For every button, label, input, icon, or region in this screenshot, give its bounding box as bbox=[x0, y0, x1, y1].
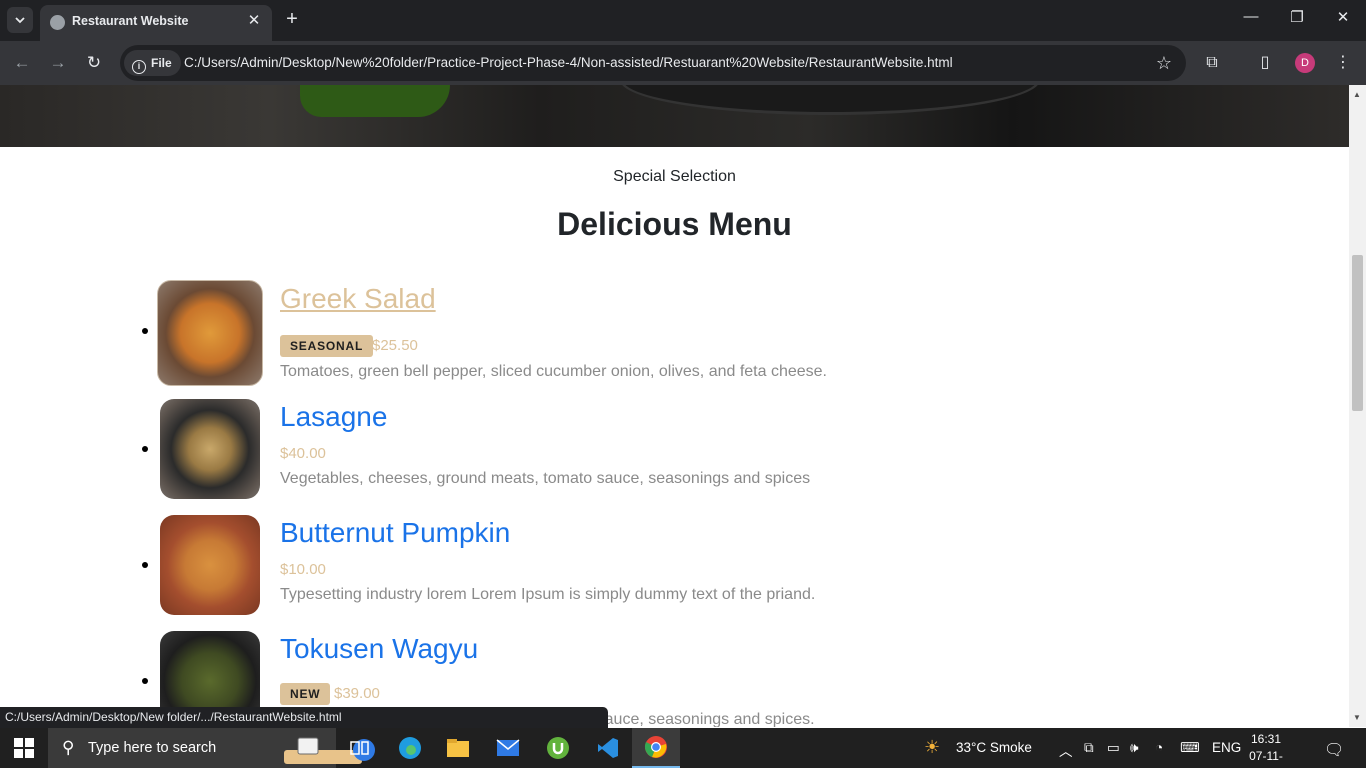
menu-item: Greek Salad SEASONAL $25.50 Tomatoes, gr… bbox=[140, 280, 1040, 391]
menu-item: Lasagne $40.00 Vegetables, cheeses, grou… bbox=[140, 399, 1040, 509]
taskbar-search-box[interactable]: ⚲ Type here to search bbox=[48, 728, 375, 768]
section-subtitle: Special Selection bbox=[613, 168, 736, 185]
battery-icon[interactable]: ▭ bbox=[1107, 740, 1120, 756]
menu-item: Butternut Pumpkin $10.00 Typesetting ind… bbox=[140, 515, 1040, 625]
mail-icon bbox=[496, 739, 520, 756]
new-tab-button[interactable]: + bbox=[282, 9, 302, 29]
weather-text[interactable]: 33°C Smoke bbox=[956, 740, 1032, 755]
wifi-icon[interactable]: ◔ bbox=[1155, 740, 1163, 755]
tab-title: Restaurant Website bbox=[72, 14, 189, 28]
dish-image[interactable] bbox=[160, 515, 260, 615]
info-icon: i bbox=[132, 60, 146, 74]
address-bar[interactable]: i File C:/Users/Admin/Desktop/New%20folde… bbox=[120, 45, 1186, 81]
dish-price: $25.50 bbox=[372, 337, 418, 354]
dish-image[interactable] bbox=[157, 280, 263, 386]
dish-description: Typesetting industry lorem Lorem Ipsum i… bbox=[280, 586, 816, 603]
scrollbar-thumb[interactable] bbox=[1352, 255, 1363, 411]
dish-name-link[interactable]: Butternut Pumpkin bbox=[280, 517, 510, 549]
task-view-button[interactable] bbox=[336, 728, 384, 768]
scroll-up-arrow-icon[interactable]: ▲ bbox=[1353, 90, 1361, 99]
dish-name-link[interactable]: Tokusen Wagyu bbox=[280, 633, 478, 665]
browser-tab[interactable]: Restaurant Website ✕ bbox=[40, 5, 272, 41]
network-icon[interactable]: ⧉ bbox=[1084, 740, 1094, 756]
bookmark-star-icon[interactable]: ☆ bbox=[1156, 53, 1172, 74]
close-tab-icon[interactable]: ✕ bbox=[244, 11, 264, 31]
edge-app[interactable] bbox=[386, 728, 434, 768]
dish-price: $10.00 bbox=[280, 561, 326, 578]
chrome-app[interactable] bbox=[632, 728, 680, 768]
link-status-bar: C:/Users/Admin/Desktop/New folder/.../Re… bbox=[0, 707, 608, 728]
task-view-icon bbox=[350, 741, 369, 755]
list-bullet bbox=[142, 678, 148, 684]
section-heading: Delicious Menu bbox=[557, 206, 792, 242]
hero-image bbox=[0, 85, 1349, 147]
chrome-icon bbox=[644, 736, 667, 758]
close-window-button[interactable]: ✕ bbox=[1328, 8, 1358, 26]
dish-name-link[interactable]: Lasagne bbox=[280, 401, 387, 433]
restore-button[interactable]: ❐ bbox=[1282, 8, 1312, 26]
back-button[interactable]: ← bbox=[11, 52, 33, 74]
extensions-icon[interactable]: ⧉ bbox=[1201, 52, 1223, 74]
file-explorer-app[interactable] bbox=[434, 728, 482, 768]
green-pepper-graphic bbox=[300, 85, 450, 117]
forward-button[interactable]: → bbox=[47, 52, 69, 74]
keyboard-icon[interactable]: ⌨ bbox=[1180, 740, 1200, 756]
dish-image[interactable] bbox=[160, 399, 260, 499]
bowl-graphic bbox=[620, 85, 1040, 115]
windows-taskbar: ⚲ Type here to search ☀ 33°C Smoke ︿ ⧉ ▭… bbox=[0, 728, 1366, 780]
url-text[interactable]: C:/Users/Admin/Desktop/New%20folder/Prac… bbox=[184, 55, 953, 70]
weather-icon: ☀ bbox=[924, 737, 941, 757]
dish-badge: NEW bbox=[280, 683, 331, 705]
chevron-down-icon bbox=[15, 17, 25, 24]
search-placeholder: Type here to search bbox=[88, 740, 217, 756]
search-icon: ⚲ bbox=[62, 738, 75, 757]
list-bullet bbox=[142, 562, 148, 568]
dish-badge: SEASONAL bbox=[280, 335, 374, 357]
notifications-icon[interactable]: 🗨 bbox=[1324, 740, 1344, 760]
globe-icon bbox=[50, 15, 65, 30]
profile-avatar[interactable]: D bbox=[1295, 53, 1315, 73]
page-viewport: Special Selection Delicious Menu Greek S… bbox=[0, 85, 1349, 727]
browser-toolbar: ← → ↻ i File C:/Users/Admin/Desktop/New%2… bbox=[0, 41, 1366, 85]
dish-description: Tomatoes, green bell pepper, sliced cucu… bbox=[280, 363, 827, 380]
utorrent-icon bbox=[547, 737, 569, 759]
tab-search-button[interactable] bbox=[7, 7, 33, 33]
page-scrollbar[interactable]: ▲ ▼ bbox=[1349, 85, 1366, 727]
browser-tab-bar: Restaurant Website ✕ + — ❐ ✕ bbox=[0, 0, 1366, 41]
mail-app[interactable] bbox=[484, 728, 532, 768]
show-hidden-icons-chevron-up-icon[interactable]: ︿ bbox=[1059, 740, 1073, 760]
windows-start-icon[interactable] bbox=[14, 738, 34, 758]
scroll-down-arrow-icon[interactable]: ▼ bbox=[1353, 713, 1361, 722]
edge-icon bbox=[399, 737, 421, 759]
dish-name-link[interactable]: Greek Salad bbox=[280, 283, 436, 315]
site-info-chip[interactable]: i File bbox=[124, 50, 181, 76]
dish-description: Vegetables, cheeses, ground meats, tomat… bbox=[280, 470, 811, 487]
folder-icon bbox=[447, 739, 469, 757]
clock-time: 16:31 bbox=[1250, 732, 1282, 746]
list-bullet bbox=[142, 328, 148, 334]
browser-menu-icon[interactable]: ⋮ bbox=[1332, 52, 1354, 74]
clock-date: 07-11-2023 bbox=[1249, 749, 1283, 780]
dish-price: $39.00 bbox=[334, 685, 380, 702]
side-panel-icon[interactable]: ▯ bbox=[1254, 52, 1276, 74]
minimize-button[interactable]: — bbox=[1236, 8, 1266, 25]
vscode-icon bbox=[598, 738, 618, 758]
dish-price: $40.00 bbox=[280, 445, 326, 462]
taskbar-clock[interactable]: 16:31 07-11-2023 bbox=[1236, 731, 1296, 782]
reload-button[interactable]: ↻ bbox=[83, 52, 105, 74]
vscode-app[interactable] bbox=[584, 728, 632, 768]
list-bullet bbox=[142, 446, 148, 452]
volume-icon[interactable]: 🕪 bbox=[1130, 740, 1139, 756]
utorrent-app[interactable] bbox=[534, 728, 582, 768]
